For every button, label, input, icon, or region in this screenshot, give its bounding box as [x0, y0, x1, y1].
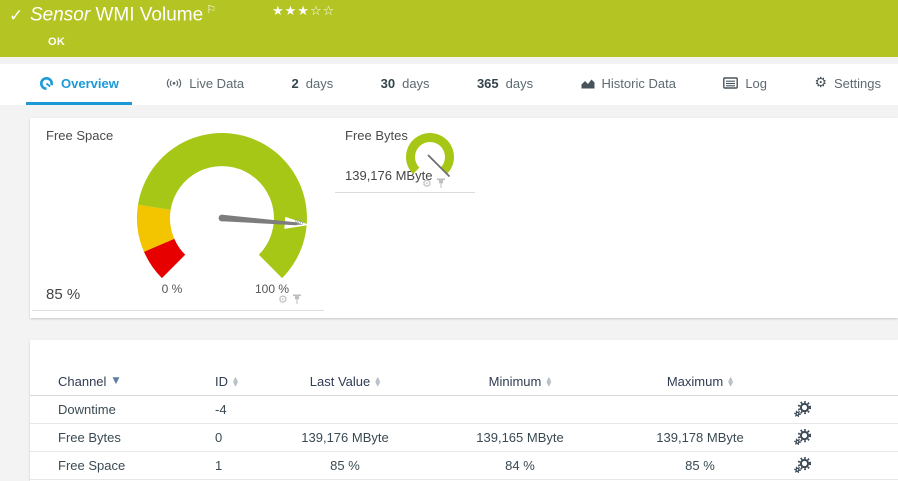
tab-label: Log — [745, 75, 768, 91]
sensor-name: WMI Volume — [95, 4, 204, 26]
channel-settings-gears-icon[interactable] — [794, 401, 811, 418]
divider — [32, 310, 324, 311]
gear-icon[interactable]: ⚙ — [422, 178, 432, 189]
tab-2-days[interactable]: 2 days — [279, 64, 347, 105]
channel-settings-gears-icon[interactable] — [794, 429, 811, 446]
pin-icon[interactable] — [292, 294, 302, 305]
status-check-icon: ✓ — [9, 6, 24, 26]
divider — [335, 192, 475, 193]
free-bytes-gauge-tools: ⚙ — [422, 178, 446, 189]
channel-id: 0 — [215, 430, 223, 445]
tab-settings[interactable]: ⚙ Settings — [801, 64, 894, 105]
stars-empty: ☆☆ — [309, 4, 336, 19]
channel-minimum: 139,165 MByte — [476, 430, 564, 445]
sensor-header: ✓ Sensor WMI Volume ⚐ ★★★☆☆ OK — [0, 0, 898, 57]
tab-live-data[interactable]: Live Data — [153, 64, 257, 105]
column-header-last-value[interactable]: Last Value ▲ ▼ — [270, 374, 420, 389]
area-chart-icon — [581, 79, 595, 89]
tab-30-days[interactable]: 30 days — [368, 64, 443, 105]
flag-icon[interactable]: ⚐ — [206, 3, 216, 16]
gauge-unit-label: % — [295, 217, 303, 227]
gauge-axis-min-label: 0 % — [161, 282, 183, 296]
channel-maximum: 85 % — [685, 458, 715, 473]
tab-label: Live Data — [189, 75, 245, 91]
channel-last-value: 85 % — [330, 458, 360, 473]
tab-label: Overview — [61, 75, 119, 91]
sensor-title: Sensor WMI Volume ⚐ — [30, 3, 216, 26]
pin-icon[interactable] — [436, 178, 446, 189]
tab-label: days — [402, 75, 430, 91]
channel-minimum: 84 % — [505, 458, 535, 473]
channel-id: 1 — [215, 458, 223, 473]
live-data-icon — [167, 78, 182, 88]
gear-icon: ⚙ — [814, 75, 827, 91]
priority-stars[interactable]: ★★★☆☆ — [272, 4, 335, 19]
sensor-type-label: Sensor — [30, 4, 91, 26]
channel-name: Free Bytes — [58, 430, 121, 445]
channel-table: Channel ▼ ID ▲ ▼ Last Value ▲ ▼ Minimum ▲ ▼… — [30, 368, 898, 480]
sort-icon: ▲ ▼ — [546, 374, 552, 388]
column-header-id[interactable]: ID ▲ ▼ — [215, 374, 270, 389]
column-header-minimum[interactable]: Minimum ▲ ▼ — [420, 374, 620, 389]
gauge-icon — [40, 76, 53, 90]
free-space-channel-title: Free Space — [46, 128, 114, 143]
tab-label: Historic Data — [601, 75, 676, 91]
tab-number: 30 — [380, 75, 396, 91]
tab-bar: Overview Live Data 2 days 30 days 365 da… — [0, 64, 898, 105]
channel-maximum: 139,178 MByte — [656, 430, 744, 445]
table-header-row: Channel ▼ ID ▲ ▼ Last Value ▲ ▼ Minimum ▲ ▼… — [30, 368, 898, 396]
overview-gauges-panel: Free Space % 85 % 0 % 100 % ⚙ Free Bytes… — [30, 118, 898, 318]
gear-icon[interactable]: ⚙ — [278, 294, 288, 305]
channel-id: -4 — [215, 402, 227, 417]
tab-historic-data[interactable]: Historic Data — [568, 64, 689, 105]
sort-icon: ▲ ▼ — [233, 374, 238, 388]
table-row-downtime[interactable]: Downtime -4 — [30, 396, 898, 424]
free-space-last-value: 85 % — [46, 286, 81, 303]
tab-number: 365 — [476, 75, 499, 91]
table-row-free-bytes[interactable]: Free Bytes 0 139,176 MByte 139,165 MByte… — [30, 424, 898, 452]
table-row-free-space[interactable]: Free Space 1 85 % 84 % 85 % — [30, 452, 898, 480]
column-header-channel[interactable]: Channel ▼ — [58, 374, 215, 389]
tab-label: days — [305, 75, 334, 91]
channel-settings-gears-icon[interactable] — [794, 457, 811, 474]
sort-icon: ▲ ▼ — [728, 374, 734, 388]
tab-365-days[interactable]: 365 days — [464, 64, 546, 105]
channel-name: Downtime — [58, 402, 116, 417]
tab-log[interactable]: Log — [710, 64, 780, 105]
tab-label: days — [505, 75, 534, 91]
stars-filled: ★★★ — [272, 4, 310, 19]
channel-last-value: 139,176 MByte — [301, 430, 389, 445]
sort-desc-icon: ▼ — [112, 376, 120, 386]
status-badge: OK — [48, 36, 66, 48]
free-space-gauge-tools: ⚙ — [278, 294, 302, 305]
free-bytes-channel-title: Free Bytes — [345, 128, 408, 143]
tab-overview[interactable]: Overview — [26, 64, 132, 105]
tab-label: Settings — [833, 75, 881, 91]
column-header-maximum[interactable]: Maximum ▲ ▼ — [620, 374, 780, 389]
channel-name: Free Space — [58, 458, 126, 473]
tab-number: 2 — [291, 75, 299, 91]
sort-icon: ▲ ▼ — [375, 374, 381, 388]
log-list-icon — [723, 77, 739, 89]
channel-table-panel: Channel ▼ ID ▲ ▼ Last Value ▲ ▼ Minimum ▲ ▼… — [30, 340, 898, 481]
